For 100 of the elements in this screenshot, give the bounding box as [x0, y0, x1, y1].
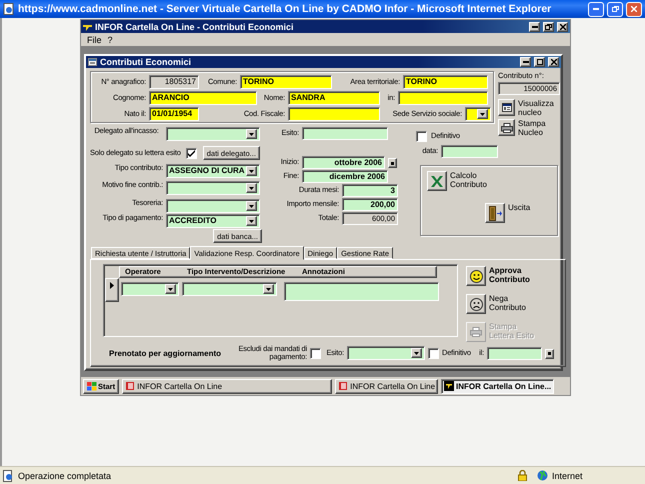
deny-button[interactable]	[466, 294, 486, 314]
current-row-icon	[110, 282, 114, 289]
dropdown-button[interactable]	[165, 284, 176, 294]
app-icon	[83, 22, 92, 30]
caret-icon	[249, 132, 254, 136]
button-caption: Nega Contributo	[489, 294, 527, 312]
window-title: Contributi Economici	[100, 57, 192, 67]
spin-button[interactable]	[545, 348, 554, 358]
spin-icon	[548, 352, 551, 355]
minimize-button[interactable]	[520, 57, 531, 67]
date-field[interactable]	[441, 145, 498, 158]
caret-icon	[249, 220, 254, 222]
dropdown-field[interactable]	[182, 282, 277, 296]
button-caption: Visualizza nucleo	[518, 99, 555, 117]
caret-icon	[168, 288, 173, 290]
date-field[interactable]	[487, 346, 542, 360]
restore-icon	[545, 24, 552, 30]
exit-door-icon	[488, 206, 502, 220]
text-field[interactable]: 200,00	[342, 198, 398, 211]
row-selector[interactable]	[105, 278, 119, 302]
check-icon	[188, 150, 195, 156]
dropdown-button[interactable]	[246, 216, 257, 226]
dropdown-field[interactable]	[166, 199, 260, 213]
caret-icon	[249, 170, 254, 172]
window-title: INFOR Cartella On Line - Contributi Economici	[95, 22, 295, 32]
date-field[interactable]: ottobre 2006	[302, 156, 385, 169]
button-caption: Calcolo Contributo	[450, 171, 488, 189]
close-icon	[631, 6, 637, 12]
checkbox[interactable]	[416, 130, 427, 142]
windows-flag-icon	[87, 382, 97, 390]
text-field[interactable]: TORINO	[403, 75, 488, 89]
caret-icon	[480, 112, 485, 116]
print-button[interactable]	[498, 119, 515, 136]
checkbox[interactable]	[428, 348, 439, 358]
exit-button[interactable]	[485, 203, 505, 223]
maximize-icon	[536, 59, 542, 65]
text-field[interactable]	[302, 127, 388, 140]
text-field[interactable]: SANDRA	[288, 91, 380, 105]
close-button[interactable]	[557, 22, 568, 32]
button-caption: Stampa Nucleo	[518, 119, 547, 137]
button-caption: Approva Contributo	[489, 266, 531, 284]
page-icon	[3, 470, 14, 482]
text-field[interactable]	[398, 91, 488, 105]
dropdown-field[interactable]	[166, 127, 260, 141]
menu-item[interactable]: ?	[108, 34, 113, 44]
app-icon	[444, 381, 454, 391]
taskbar-button[interactable]: INFOR Cartella On Line...	[441, 378, 554, 394]
dropdown-button[interactable]	[477, 109, 488, 119]
approve-button[interactable]	[466, 266, 486, 286]
close-button[interactable]	[548, 57, 559, 67]
globe-icon	[537, 470, 548, 481]
taskbar-button[interactable]: INFOR Cartella On Line	[122, 378, 332, 394]
minimize-button[interactable]	[529, 22, 540, 32]
maximize-button[interactable]	[534, 57, 545, 67]
spreadsheet-icon	[431, 176, 443, 186]
spin-button[interactable]	[388, 158, 397, 168]
book-icon	[125, 381, 136, 391]
dropdown-button[interactable]	[246, 129, 257, 139]
zone-text: Internet	[552, 470, 584, 480]
caret-icon	[249, 204, 254, 208]
taskbar-button[interactable]: INFOR Cartella On Line	[335, 378, 438, 394]
close-icon	[550, 59, 556, 65]
button-caption: Uscita	[508, 203, 532, 212]
minimize-icon	[522, 61, 528, 63]
calc-button[interactable]	[427, 171, 447, 191]
checkbox[interactable]	[186, 148, 197, 158]
notes-field[interactable]	[284, 282, 439, 301]
text-field[interactable]: ARANCIO	[149, 91, 257, 105]
window-title: https://www.cadmonline.net - Server Virtuale Cartella On Line by CADMO Infor - Microsoft Internet Explorer	[18, 3, 552, 15]
dropdown-field[interactable]	[121, 282, 179, 296]
dropdown-button[interactable]	[263, 284, 274, 294]
printer-icon	[500, 122, 512, 132]
dropdown-field[interactable]: ACCREDITO	[166, 214, 260, 228]
menu-item[interactable]: File	[87, 34, 102, 44]
dropdown-button[interactable]	[246, 166, 257, 176]
text-field[interactable]: TORINO	[240, 75, 332, 89]
minimize-icon	[532, 26, 538, 28]
dropdown-button[interactable]	[246, 183, 257, 193]
caret-icon	[266, 288, 271, 290]
form-icon	[88, 58, 97, 66]
dropdown-field[interactable]: ASSEGNO DI CURA	[166, 164, 260, 178]
text-field[interactable]: 01/01/1954	[149, 107, 199, 121]
dropdown-field[interactable]	[347, 346, 425, 360]
dropdown-button[interactable]	[246, 201, 257, 211]
minimize-icon	[593, 8, 599, 10]
caret-icon	[414, 352, 419, 354]
book-icon	[338, 381, 348, 391]
window-icon	[502, 103, 512, 112]
dropdown-field[interactable]	[465, 107, 491, 121]
section-label: Prenotato per aggiornamento	[108, 348, 222, 358]
text-field[interactable]: 3	[342, 184, 398, 197]
text-field[interactable]	[288, 107, 380, 121]
dropdown-button[interactable]	[411, 348, 422, 358]
text-field[interactable]: dicembre 2006	[302, 170, 388, 183]
checkbox[interactable]	[310, 348, 321, 358]
restore-button[interactable]	[543, 22, 554, 32]
dropdown-field[interactable]	[166, 181, 260, 195]
family-button[interactable]	[498, 99, 515, 116]
status-text: Operazione completata	[18, 470, 112, 480]
caret-icon	[249, 186, 254, 190]
